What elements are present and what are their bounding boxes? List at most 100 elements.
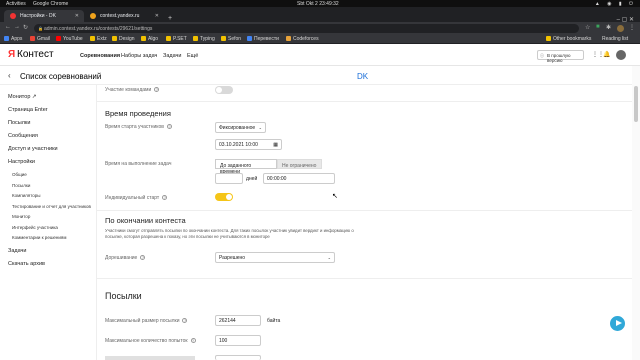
sidebar-subitem-testing[interactable]: Тестирование и отчет для участников <box>12 204 91 209</box>
next-field-label-cut <box>105 356 195 360</box>
reading-list[interactable]: Reading list <box>602 36 628 42</box>
folder-icon <box>166 35 171 41</box>
sidebar-subitem-interface[interactable]: Интерфейс участника <box>12 225 58 230</box>
sidebar-item-enter-page[interactable]: Страница Enter <box>8 107 48 113</box>
sidebar-item-access[interactable]: Доступ и участники <box>8 146 58 152</box>
help-icon[interactable]: ? <box>166 124 172 129</box>
individual-start-toggle[interactable] <box>215 193 233 201</box>
sidebar-item-monitor[interactable]: Монитор ↗ <box>8 94 37 100</box>
max-size-label: Максимальный размер посылки? <box>105 318 188 324</box>
clock[interactable]: Sbt Okt 2 23:49:32 <box>297 1 339 7</box>
bookmark-extz[interactable]: Extz <box>90 35 107 42</box>
input-value: 03.10.2021 10:00 <box>219 142 258 148</box>
bookmark-codeforces[interactable]: Codeforces <box>286 35 319 42</box>
profile-avatar[interactable] <box>617 24 624 32</box>
bookmark-label: Gmail <box>37 35 51 42</box>
bookmark-label: Reading list <box>602 35 629 42</box>
reload-icon[interactable]: ↻ <box>23 24 28 31</box>
duration-time-input[interactable]: 00:00:00 <box>263 173 335 184</box>
help-icon[interactable]: ? <box>162 195 168 200</box>
team-participation-toggle[interactable] <box>215 86 233 94</box>
max-size-input[interactable]: 262144 <box>215 315 261 326</box>
sidebar-subitem-general[interactable]: Общие <box>12 172 27 177</box>
max-attempts-input[interactable]: 100 <box>215 335 261 346</box>
input-value: 100 <box>219 338 228 344</box>
bookmark-youtube[interactable]: YouTube <box>56 35 83 42</box>
star-icon[interactable]: ☆ <box>585 24 590 31</box>
menu-icon[interactable]: ⋮ <box>629 24 635 31</box>
old-version-button[interactable]: ⓘ В прошлую версию <box>537 50 584 63</box>
help-icon[interactable]: ? <box>190 338 196 343</box>
messenger-float-button[interactable] <box>610 316 625 331</box>
activities-button[interactable]: Activities <box>6 1 26 7</box>
yandex-logo[interactable]: Я <box>8 49 15 60</box>
sidebar-subitem-compilers[interactable]: Компиляторы <box>12 193 40 198</box>
sidebar-subitem-monitor[interactable]: Монитор <box>12 214 30 219</box>
start-time-mode-select[interactable]: Фиксированное ⌄ <box>215 122 266 133</box>
calendar-icon[interactable]: ▦ <box>273 142 278 148</box>
sidebar-subitem-submissions[interactable]: Посылки <box>12 183 30 188</box>
sidebar-subitem-comments[interactable]: Комментарии к решениям <box>12 235 66 240</box>
bookmark-pset[interactable]: P.SET <box>166 35 187 42</box>
help-icon[interactable]: ? <box>154 87 160 92</box>
bookmark-design[interactable]: Design <box>112 35 135 42</box>
other-bookmarks[interactable]: Other bookmarks <box>546 35 591 42</box>
bell-icon[interactable]: 🔔 <box>603 51 610 58</box>
sidebar-item-submissions[interactable]: Посылки <box>8 120 30 126</box>
bookmark-algo[interactable]: Algo <box>141 35 158 42</box>
bookmark-sefon[interactable]: Sefon <box>221 35 241 42</box>
divider <box>97 101 632 102</box>
back-arrow-icon[interactable]: ← <box>5 24 11 30</box>
duration-label: Время на выполнение задач <box>105 161 171 167</box>
next-field-input-cut[interactable] <box>215 355 261 360</box>
field-label: Дорешивание <box>105 255 138 261</box>
new-tab-button[interactable]: + <box>168 15 172 22</box>
scrollbar-thumb[interactable] <box>634 86 638 122</box>
bookmark-translate[interactable]: Перевести <box>247 35 279 42</box>
sidebar-item-problems[interactable]: Задачи <box>8 248 26 254</box>
nav-competitions[interactable]: Соревнования <box>80 53 120 59</box>
forward-arrow-icon[interactable]: → <box>14 24 20 30</box>
address-bar[interactable]: 🔒 admin.contest.yandex.ru/contests/29621… <box>34 23 579 33</box>
start-date-field[interactable]: 03.10.2021 10:00 ▦ <box>215 139 282 150</box>
bookmark-typing[interactable]: Typing <box>193 35 215 42</box>
active-app-name[interactable]: Google Chrome <box>33 1 68 7</box>
nav-problem-sets[interactable]: Наборы задач <box>121 53 157 59</box>
nav-more[interactable]: Ещё <box>187 53 198 59</box>
sidebar-item-settings[interactable]: Настройки <box>8 159 35 165</box>
tab-settings-dk[interactable]: Настройки - DK ✕ <box>4 10 84 22</box>
close-icon[interactable]: ✕ <box>155 13 159 19</box>
sidebar-item-download-archive[interactable]: Скачать архив <box>8 261 45 267</box>
back-chevron-icon[interactable]: ‹ <box>8 71 11 80</box>
help-icon[interactable]: ? <box>182 318 188 323</box>
browser-toolbar: ← → ↻ 🔒 admin.contest.yandex.ru/contests… <box>0 22 640 34</box>
duration-mode-until[interactable]: До заданного времени <box>215 159 277 175</box>
extension-icon[interactable]: ■ <box>596 24 600 30</box>
duration-mode-unlimited[interactable]: Не ограничено <box>277 159 322 169</box>
start-time-label: Время старта участников? <box>105 124 172 130</box>
tab-contest-yandex[interactable]: contest.yandex.ru ✕ <box>84 10 164 22</box>
sidebar-item-messages[interactable]: Сообщения <box>8 133 38 139</box>
close-icon[interactable]: ✕ <box>75 13 79 19</box>
contest-logo[interactable]: Контест <box>17 49 54 60</box>
yandex-favicon-icon <box>10 13 16 19</box>
section-submissions-title: Посылки <box>105 291 142 301</box>
sidebar-item-label: Монитор <box>8 94 31 100</box>
apps-icon <box>4 35 9 41</box>
page-title[interactable]: Список соревнований <box>20 72 101 81</box>
tab-title: contest.yandex.ru <box>100 13 140 19</box>
mouse-pointer-icon: ↖ <box>332 193 338 200</box>
bookmark-label: YouTube <box>63 35 83 42</box>
section-after-contest-title: По окончании контеста <box>105 216 186 225</box>
user-avatar[interactable] <box>616 50 626 60</box>
bookmark-gmail[interactable]: Gmail <box>30 35 51 42</box>
lock-icon: 🔒 <box>38 25 43 31</box>
bookmark-apps[interactable]: Apps <box>4 35 22 42</box>
help-icon[interactable]: ? <box>140 255 146 260</box>
puzzle-icon[interactable]: ✱ <box>606 24 611 31</box>
duration-days-input[interactable] <box>215 173 243 184</box>
contest-name: DK <box>357 72 369 81</box>
system-tray[interactable]: ▲ ◉ ▮ ⏻ <box>595 1 636 7</box>
upsolving-select[interactable]: Разрешено ⌄ <box>215 252 335 263</box>
nav-problems[interactable]: Задачи <box>163 53 181 59</box>
